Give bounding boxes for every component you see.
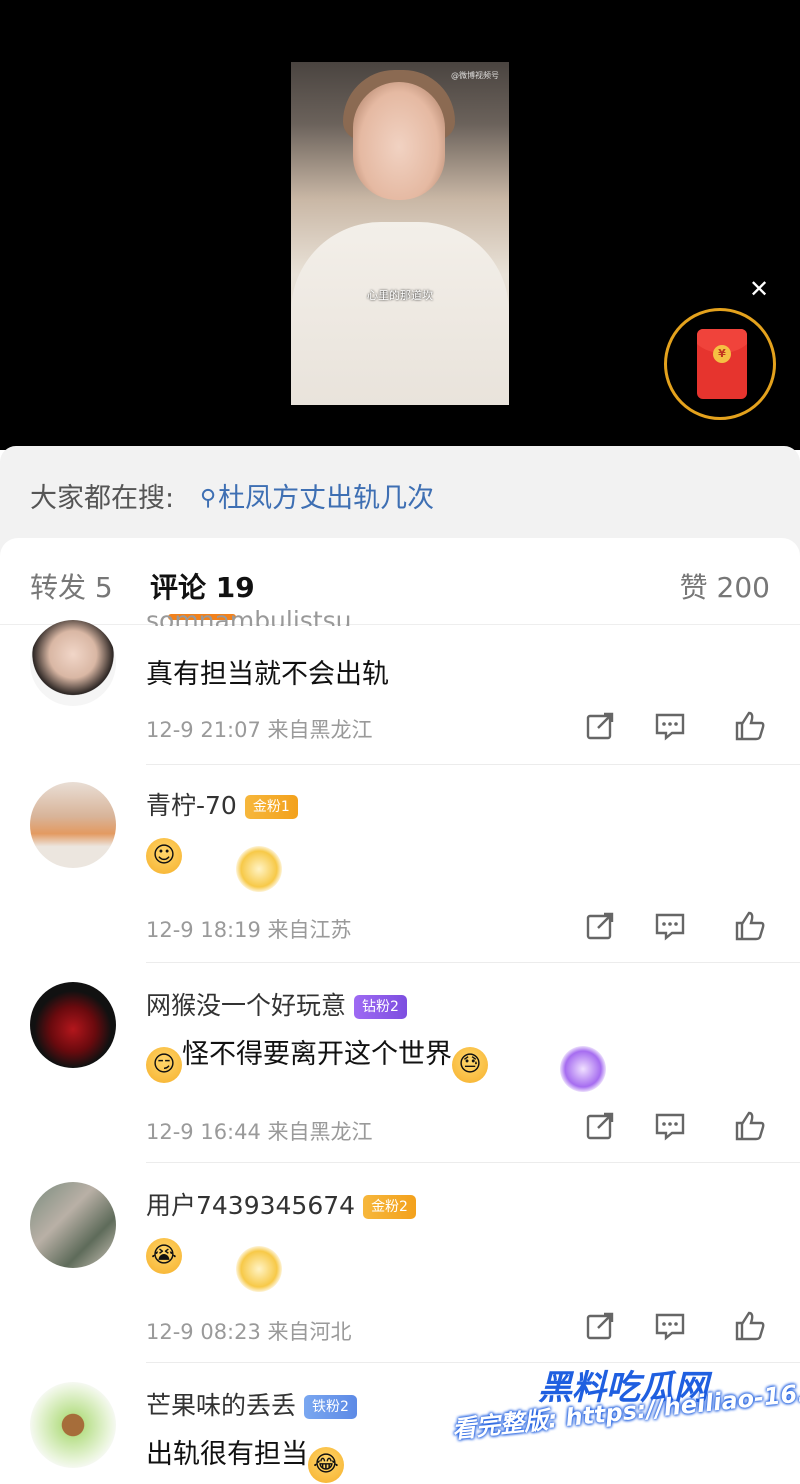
comment-text: 真有担当就不会出轨 [146,659,389,690]
comment-text: ☺ [146,830,182,874]
avatar[interactable] [30,782,116,868]
comment-text-row: 😏 怪不得要离开这个世界 😓 [146,1032,488,1083]
comment-divider [146,962,800,963]
crying-emoji-icon: 😭 [146,1238,182,1274]
avatar[interactable] [30,620,116,706]
comment-text: 😭 [146,1230,182,1274]
reply-icon[interactable] [654,1310,686,1342]
comment-username[interactable]: 用户7439345674 [146,1191,355,1220]
share-icon[interactable] [584,710,616,742]
comment-text: 出轨很有担当 [146,1439,308,1470]
video-thumbnail[interactable]: @微博视频号 心里的那道坎 [291,62,509,405]
trending-search-label: 大家都在搜: [30,483,175,514]
avatar[interactable] [30,1182,116,1268]
comment-actions [584,710,770,744]
comment-item: 青柠-70 金粉1 ☺ 12-9 18:19 来自江苏 [0,782,800,963]
tab-comments[interactable]: 评论 19 [150,566,255,606]
comment-item: somnambulistsu 真有担当就不会出轨 12-9 21:07 来自黑龙… [0,606,800,770]
diamond-sticker-icon [560,1046,606,1092]
gold-sticker-icon [236,846,282,892]
fan-badge[interactable]: 铁粉2 [304,1395,357,1419]
like-icon[interactable] [734,910,766,942]
comment-username-row: 芒果味的丢丢 铁粉2 [146,1386,357,1422]
comment-meta: 12-9 08:23 来自河北 [146,1320,352,1344]
comment-username-row: 网猴没一个好玩意 钻粉2 [146,986,407,1022]
sweat-emoji-icon: 😓 [452,1047,488,1083]
comment-meta: 12-9 21:07 来自黑龙江 [146,718,373,742]
video-figure-body [291,222,509,405]
reply-icon[interactable] [654,910,686,942]
reply-icon[interactable] [654,710,686,742]
avatar[interactable] [30,982,116,1068]
video-player[interactable]: @微博视频号 心里的那道坎 ✕ ¥ [0,0,800,450]
comment-username[interactable]: 芒果味的丢丢 [146,1391,296,1420]
video-subtitle: 心里的那道坎 [367,289,433,302]
hug-emoji-icon: ☺ [146,838,182,874]
comment-tabs: 转发 5 评论 19 赞 200 [0,538,800,625]
fan-badge[interactable]: 钻粉2 [354,995,407,1019]
comment-username[interactable]: somnambulistsu [146,606,352,626]
red-envelope-button[interactable]: ¥ [664,308,776,420]
comment-text: 怪不得要离开这个世界 [182,1039,452,1070]
yuan-coin-icon: ¥ [713,345,731,363]
gold-sticker-icon [236,1246,282,1292]
comment-actions [584,1310,770,1344]
comment-meta: 12-9 18:19 来自江苏 [146,918,352,942]
trending-search-link[interactable]: ⚲杜凤方丈出轨几次 [200,476,434,515]
laugh-cry-emoji-icon: 😂 [308,1447,344,1483]
video-figure-face [353,82,445,200]
share-icon[interactable] [584,910,616,942]
share-icon[interactable] [584,1310,616,1342]
smirk-emoji-icon: 😏 [146,1047,182,1083]
comment-meta: 12-9 16:44 来自黑龙江 [146,1120,373,1144]
comment-divider [146,1162,800,1163]
comment-username-row: 用户7439345674 金粉2 [146,1186,416,1222]
fan-badge[interactable]: 金粉2 [363,1195,416,1219]
like-icon[interactable] [734,710,766,742]
comment-item: 用户7439345674 金粉2 😭 12-9 08:23 来自河北 [0,1182,800,1363]
reply-icon[interactable] [654,1110,686,1142]
red-envelope-icon: ¥ [697,329,747,399]
comment-actions [584,1110,770,1144]
tab-likes[interactable]: 赞 200 [680,566,770,606]
tab-forward[interactable]: 转发 5 [30,566,113,606]
fan-badge[interactable]: 金粉1 [244,795,298,819]
like-icon[interactable] [734,1110,766,1142]
trending-search-query: 杜凤方丈出轨几次 [218,483,435,514]
comment-username[interactable]: 青柠-70 [146,791,237,820]
comment-divider [146,764,800,765]
comment-text-row: 出轨很有担当 😂 [146,1432,344,1483]
video-watermark: @微博视频号 [451,71,499,80]
avatar[interactable] [30,1382,116,1468]
like-icon[interactable] [734,1310,766,1342]
comment-actions [584,910,770,944]
close-icon[interactable]: ✕ [746,276,772,302]
comment-username[interactable]: 网猴没一个好玩意 [146,991,346,1020]
share-icon[interactable] [584,1110,616,1142]
search-icon: ⚲ [200,486,217,511]
comment-item: 网猴没一个好玩意 钻粉2 😏 怪不得要离开这个世界 😓 12-9 16:44 来自黑龙… [0,982,800,1163]
comment-username-row: 青柠-70 金粉1 [146,786,298,822]
